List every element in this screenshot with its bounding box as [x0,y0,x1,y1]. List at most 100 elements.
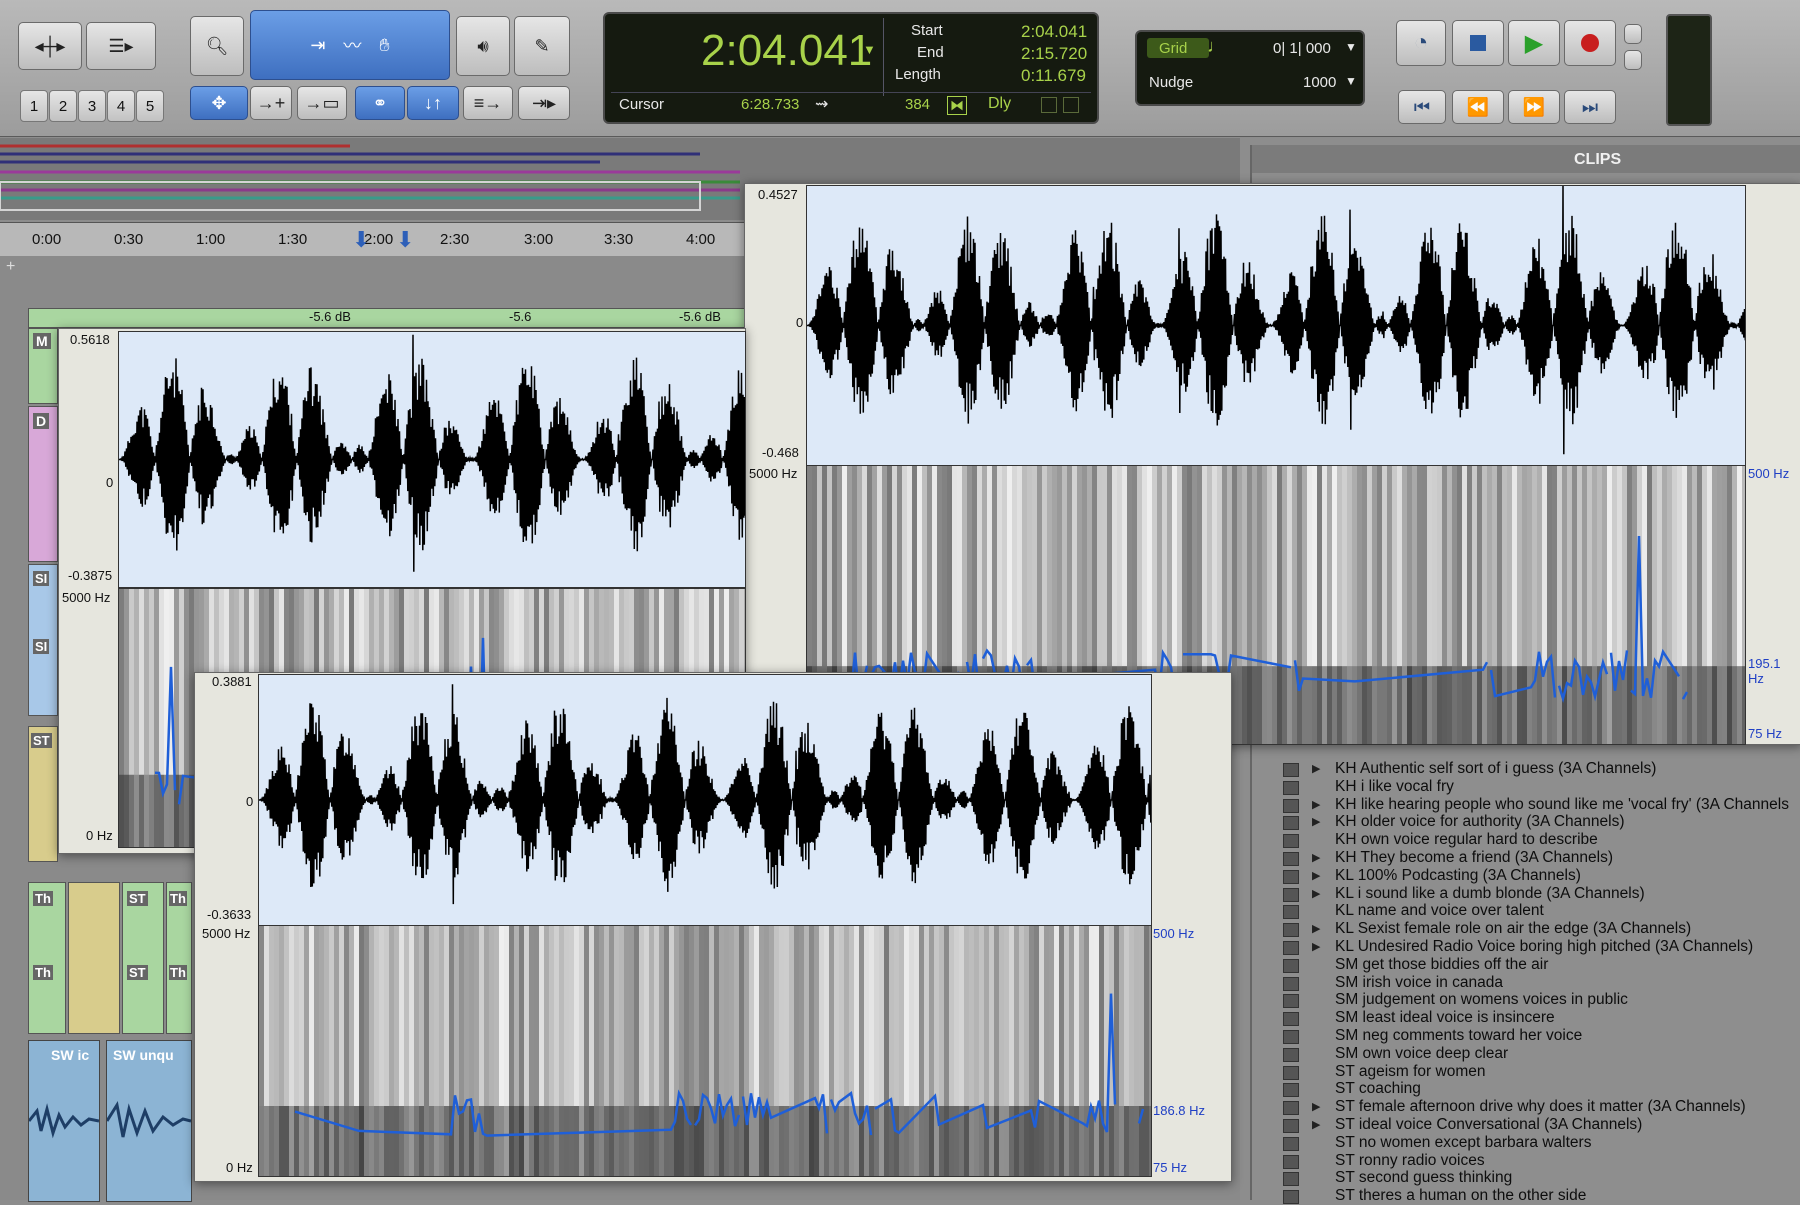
return-to-zero-button[interactable]: ⏮ [1398,90,1446,124]
clip-list-item[interactable]: ST coaching [1335,1080,1421,1098]
expand-triangle-icon[interactable]: ▶ [1312,798,1320,811]
clip-list-item[interactable]: KH older voice for authority (3A Channel… [1335,813,1624,831]
zoom-preset-3[interactable]: 3 [78,90,106,122]
start-value[interactable]: 2:04.041 [1021,22,1087,42]
selection-end-marker-icon[interactable]: ⬇ [396,227,414,253]
spot-mode-button[interactable]: →▭ [297,86,347,120]
length-value[interactable]: 0:11.679 [1021,66,1086,86]
zoom-preset-4[interactable]: 4 [107,90,135,122]
clip-gain-label[interactable]: -5.6 [509,309,531,324]
clip-gain-label[interactable]: -5.6 dB [309,309,351,324]
waveform-panel[interactable] [806,182,1747,466]
grid-label[interactable]: Grid [1159,40,1187,57]
loop-toggle-top[interactable] [1624,24,1642,44]
grid-mode-button[interactable]: ⚭ [355,86,405,120]
counter-dropdown-icon[interactable]: ▼ [863,42,876,57]
track-lane[interactable]: Th Th [28,882,66,1034]
clip-list-item[interactable]: KH They become a friend (3A Channels) [1335,849,1613,867]
clip-list-item[interactable]: KH own voice regular hard to describe [1335,831,1598,849]
nudge-dropdown-icon[interactable]: ▼ [1345,74,1357,88]
add-track-icon[interactable]: + [6,258,15,276]
zoom-preset-1[interactable]: 1 [20,90,48,122]
clip-list-item[interactable]: KL i sound like a dumb blonde (3A Channe… [1335,885,1645,903]
misc-number: 384 [905,96,931,113]
go-to-end-button[interactable]: ⏭ [1564,90,1616,124]
clip-list-item[interactable]: SM judgement on womens voices in public [1335,991,1628,1009]
grid-value[interactable]: 0| 1| 000 [1273,40,1331,57]
keyboard-focus-button[interactable]: ⇥▸ [518,86,570,120]
expand-triangle-icon[interactable]: ▶ [1312,1100,1320,1113]
audio-clip[interactable]: SW ic [28,1040,100,1202]
clip-list-item[interactable]: ST ideal voice Conversational (3A Channe… [1335,1116,1642,1134]
smart-tool-group[interactable]: ⇥ 〰 ✋︎ [250,10,450,80]
expand-triangle-icon[interactable]: ▶ [1312,887,1320,900]
clip-list-item[interactable]: ST no women except barbara walters [1335,1134,1591,1152]
clip-list-item[interactable]: KH like hearing people who sound like me… [1335,796,1789,814]
record-button[interactable] [1564,20,1616,66]
track-lane[interactable]: SI SI [28,564,58,716]
link-timeline-button[interactable]: ↓↑ [407,86,459,120]
expand-triangle-icon[interactable]: ▶ [1312,869,1320,882]
track-lane[interactable] [68,882,120,1034]
shuffle-mode-button[interactable]: ✥ [190,86,248,120]
rewind-button[interactable]: ⏪ [1452,90,1504,124]
mute-indicator-icon[interactable] [1063,97,1079,113]
nudge-label[interactable]: Nudge [1149,74,1193,91]
clip-list-item[interactable]: SM own voice deep clear [1335,1045,1508,1063]
clip-list-item[interactable]: KL Undesired Radio Voice boring high pit… [1335,938,1753,956]
clip-list-item[interactable]: SM get those biddies off the air [1335,956,1548,974]
track-lane[interactable]: ST [28,726,58,862]
spectrogram-panel[interactable] [258,925,1154,1177]
play-button[interactable]: ▶ [1508,20,1560,66]
scrubber-tool-button[interactable]: 🔊︎ [456,16,510,76]
audio-clip[interactable]: SW unqu [106,1040,192,1202]
delay-label[interactable]: Dly [988,95,1011,113]
track-lane[interactable]: M [28,328,58,404]
main-counter-value[interactable]: 2:04.041 [701,26,872,76]
clip-list-item[interactable]: KL name and voice over talent [1335,902,1544,920]
clip-list-item[interactable]: KL 100% Podcasting (3A Channels) [1335,867,1581,885]
vertical-zoom-button[interactable]: ☰▸ [86,22,156,70]
track-lane[interactable]: D [28,406,58,562]
track-lane[interactable]: Th Th [166,882,192,1034]
zoomer-tool-button[interactable]: 🔍︎ [190,16,244,76]
waveform-panel[interactable] [118,331,747,588]
pencil-tool-button[interactable]: ✎ [514,16,570,76]
fast-forward-button[interactable]: ⏩ [1508,90,1560,124]
end-value[interactable]: 2:15.720 [1021,44,1087,64]
clip-gain-label[interactable]: -5.6 dB [679,309,721,324]
waveform-panel[interactable] [258,674,1152,926]
loop-toggle-bottom[interactable] [1624,50,1642,70]
horizontal-zoom-button[interactable]: ◂┼▸ [18,22,82,70]
clip-list-item[interactable]: SM neg comments toward her voice [1335,1027,1582,1045]
expand-triangle-icon[interactable]: ▶ [1312,922,1320,935]
tab-to-transients-button[interactable]: ≡→ [463,86,513,120]
clip-list-item[interactable]: ST theres a human on the other side [1335,1187,1586,1205]
track-lane[interactable]: ST ST [122,882,164,1034]
grid-dropdown-icon[interactable]: ▼ [1345,40,1357,54]
slip-mode-button[interactable]: →+ [250,86,292,120]
timeline-ruler[interactable]: 0:00 0:30 1:00 1:30 2:00 2:30 3:00 3:30 … [0,222,760,258]
zoom-preset-5[interactable]: 5 [136,90,164,122]
clip-list-item[interactable]: SM irish voice in canada [1335,974,1503,992]
expand-triangle-icon[interactable]: ▶ [1312,762,1320,775]
clip-list-item[interactable]: KH Authentic self sort of i guess (3A Ch… [1335,760,1656,778]
expand-triangle-icon[interactable]: ▶ [1312,1118,1320,1131]
clip-list-item[interactable]: KH i like vocal fry [1335,778,1454,796]
clip-list-item[interactable]: ST second guess thinking [1335,1169,1512,1187]
expand-triangle-icon[interactable]: ▶ [1312,815,1320,828]
selection-start-marker-icon[interactable]: ⬇ [352,227,370,253]
clip-list-item[interactable]: ST female afternoon drive why does it ma… [1335,1098,1746,1116]
online-button[interactable]: ◔ [1396,20,1446,66]
stop-button[interactable] [1452,20,1504,66]
clip-list-item[interactable]: ST ronny radio voices [1335,1152,1485,1170]
zoom-preset-2[interactable]: 2 [49,90,77,122]
nudge-value[interactable]: 1000 [1303,74,1336,91]
expand-triangle-icon[interactable]: ▶ [1312,851,1320,864]
solo-indicator-icon[interactable] [1041,97,1057,113]
expand-triangle-icon[interactable]: ▶ [1312,940,1320,953]
clip-list-item[interactable]: ST ageism for women [1335,1063,1485,1081]
clip-list-item[interactable]: SM least ideal voice is insincere [1335,1009,1555,1027]
clip-list-item[interactable]: KL Sexist female role on air the edge (3… [1335,920,1691,938]
midi-input-icon[interactable]: ⧓ [947,96,967,115]
